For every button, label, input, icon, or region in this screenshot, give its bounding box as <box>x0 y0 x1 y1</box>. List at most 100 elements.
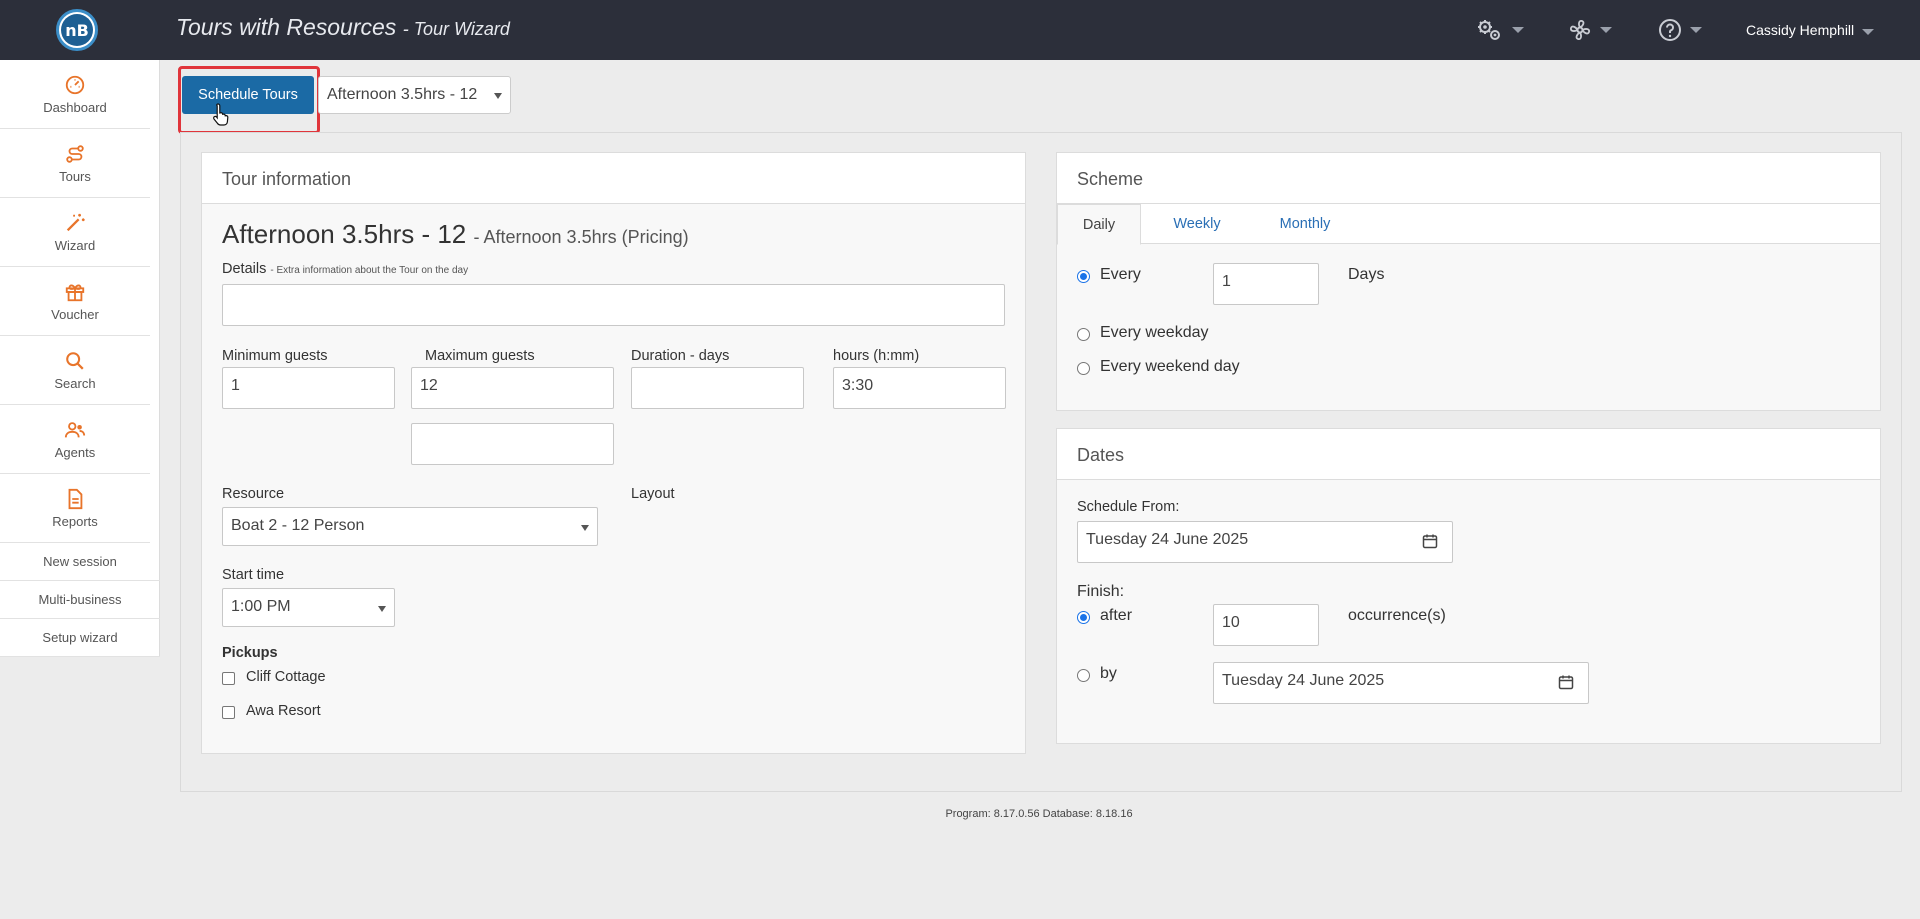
chevron-down-icon <box>1512 27 1524 33</box>
finish-by-radio[interactable] <box>1077 669 1090 682</box>
sidebar-link-multi-business[interactable]: Multi-business <box>0 581 160 619</box>
tour-select-value: Afternoon 3.5hrs - 12 <box>327 86 478 103</box>
logo-text: nB <box>61 14 93 46</box>
sidebar-item-label: Tours <box>59 168 91 184</box>
max-guests-extra-input[interactable] <box>411 423 614 465</box>
dates-panel: Dates Schedule From: Tuesday 24 June 202… <box>1056 428 1881 744</box>
search-icon <box>66 351 84 370</box>
every-weekday-label: Every weekday <box>1100 324 1209 341</box>
every-weekday-radio[interactable] <box>1077 328 1090 341</box>
tour-pricing: - Afternoon 3.5hrs (Pricing) <box>473 227 689 247</box>
details-label-text: Details <box>222 261 267 277</box>
magic-wand-icon <box>66 213 85 231</box>
hours-label: hours (h:mm) <box>833 348 920 364</box>
scheme-panel: Scheme Daily Weekly Monthly Every 1 Days… <box>1056 152 1881 411</box>
top-bar: nB Tours with Resources - Tour Wizard Ca… <box>0 0 1920 60</box>
pickup-checkbox[interactable] <box>222 706 235 719</box>
sidebar-item-dashboard[interactable]: Dashboard <box>0 60 150 129</box>
sidebar-item-agents[interactable]: Agents <box>0 405 150 474</box>
users-icon <box>64 421 86 437</box>
user-menu[interactable]: Cassidy Hemphill <box>1746 22 1854 38</box>
every-weekend-day-label: Every weekend day <box>1100 358 1240 375</box>
tools-menu[interactable] <box>1568 18 1612 42</box>
sidebar-item-label: Dashboard <box>43 99 107 115</box>
scheme-title: Scheme <box>1057 153 1880 204</box>
page-title: Tours with Resources - Tour Wizard <box>176 14 510 40</box>
sidebar-link-setup-wizard[interactable]: Setup wizard <box>0 619 160 657</box>
every-label: Every <box>1100 266 1141 283</box>
details-hint: - Extra information about the Tour on th… <box>270 265 469 276</box>
every-radio[interactable] <box>1077 270 1090 283</box>
settings-menu[interactable] <box>1476 18 1524 42</box>
finish-label: Finish: <box>1077 583 1125 600</box>
scheme-tabs: Daily Weekly Monthly <box>1057 204 1880 245</box>
tab-weekly[interactable]: Weekly <box>1157 204 1237 245</box>
dates-title: Dates <box>1057 429 1880 480</box>
finish-after-radio[interactable] <box>1077 611 1090 624</box>
schedule-from-label: Schedule From: <box>1077 499 1180 515</box>
tour-name: Afternoon 3.5hrs - 12 <box>222 219 467 249</box>
start-time-select[interactable]: 1:00 PM <box>222 588 395 627</box>
fan-icon <box>1569 19 1591 41</box>
tour-information-panel: Tour information Afternoon 3.5hrs - 12 -… <box>201 152 1026 754</box>
calendar-icon[interactable] <box>1422 533 1438 549</box>
tour-select[interactable]: Afternoon 3.5hrs - 12 <box>318 76 511 114</box>
details-label: Details - Extra information about the To… <box>222 261 468 277</box>
layout-label: Layout <box>631 486 675 502</box>
finish-by-date-input[interactable]: Tuesday 24 June 2025 <box>1213 662 1589 704</box>
pickup-label: Awa Resort <box>246 703 321 719</box>
tour-name-heading: Afternoon 3.5hrs - 12 - Afternoon 3.5hrs… <box>222 219 689 250</box>
gift-icon <box>65 284 85 301</box>
finish-by-date-value: Tuesday 24 June 2025 <box>1222 672 1385 689</box>
sidebar-item-tours[interactable]: Tours <box>0 129 150 198</box>
sidebar-item-wizard[interactable]: Wizard <box>0 198 150 267</box>
resource-select[interactable]: Boat 2 - 12 Person <box>222 507 598 546</box>
sidebar-item-search[interactable]: Search <box>0 336 150 405</box>
tour-information-title: Tour information <box>202 153 1025 204</box>
schedule-from-date-value: Tuesday 24 June 2025 <box>1086 531 1249 548</box>
start-time-label: Start time <box>222 567 285 583</box>
chevron-down-icon <box>494 93 502 99</box>
app-logo[interactable]: nB <box>56 9 98 51</box>
sidebar-link-new-session[interactable]: New session <box>0 543 160 581</box>
hours-input[interactable]: 3:30 <box>833 367 1006 409</box>
resource-select-value: Boat 2 - 12 Person <box>231 517 365 534</box>
sidebar-item-reports[interactable]: Reports <box>0 474 150 543</box>
schedule-from-date-input[interactable]: Tuesday 24 June 2025 <box>1077 521 1453 563</box>
finish-after-label: after <box>1100 607 1133 624</box>
route-icon <box>66 144 84 163</box>
tab-daily[interactable]: Daily <box>1057 204 1141 245</box>
duration-days-input[interactable] <box>631 367 804 409</box>
sidebar-item-voucher[interactable]: Voucher <box>0 267 150 336</box>
help-menu[interactable] <box>1658 18 1702 42</box>
min-guests-input[interactable]: 1 <box>222 367 395 409</box>
page-title-sub: Tour Wizard <box>413 19 510 39</box>
document-icon <box>68 488 83 509</box>
main-content: Tour information Afternoon 3.5hrs - 12 -… <box>180 132 1902 792</box>
duration-days-label: Duration - days <box>631 348 730 364</box>
calendar-icon[interactable] <box>1558 674 1574 690</box>
page-title-main: Tours with Resources <box>176 14 397 40</box>
resource-label: Resource <box>222 486 285 502</box>
gears-icon <box>1478 20 1500 40</box>
details-input[interactable] <box>222 284 1005 326</box>
occurrences-input[interactable]: 10 <box>1213 604 1319 646</box>
every-days-input[interactable]: 1 <box>1213 263 1319 305</box>
sidebar-item-label: Reports <box>52 513 98 529</box>
schedule-tours-button[interactable]: Schedule Tours <box>182 76 314 114</box>
occurrences-label: occurrence(s) <box>1348 607 1446 624</box>
sidebar: Dashboard Tours Wizard Voucher Search Ag… <box>0 60 160 657</box>
pickup-checkbox[interactable] <box>222 672 235 685</box>
sidebar-item-label: Wizard <box>54 237 96 253</box>
every-weekend-day-radio[interactable] <box>1077 362 1090 375</box>
tab-monthly[interactable]: Monthly <box>1257 204 1353 245</box>
help-icon <box>1659 19 1681 41</box>
finish-by-label: by <box>1100 665 1117 682</box>
sidebar-item-label: Voucher <box>51 306 99 322</box>
max-guests-input[interactable]: 12 <box>411 367 614 409</box>
chevron-down-icon <box>378 606 386 612</box>
chevron-down-icon <box>1690 27 1702 33</box>
version-footer: Program: 8.17.0.56 Database: 8.18.16 <box>945 808 1133 820</box>
hand-pointer-cursor-icon <box>213 103 229 126</box>
sidebar-item-label: Agents <box>54 444 96 460</box>
